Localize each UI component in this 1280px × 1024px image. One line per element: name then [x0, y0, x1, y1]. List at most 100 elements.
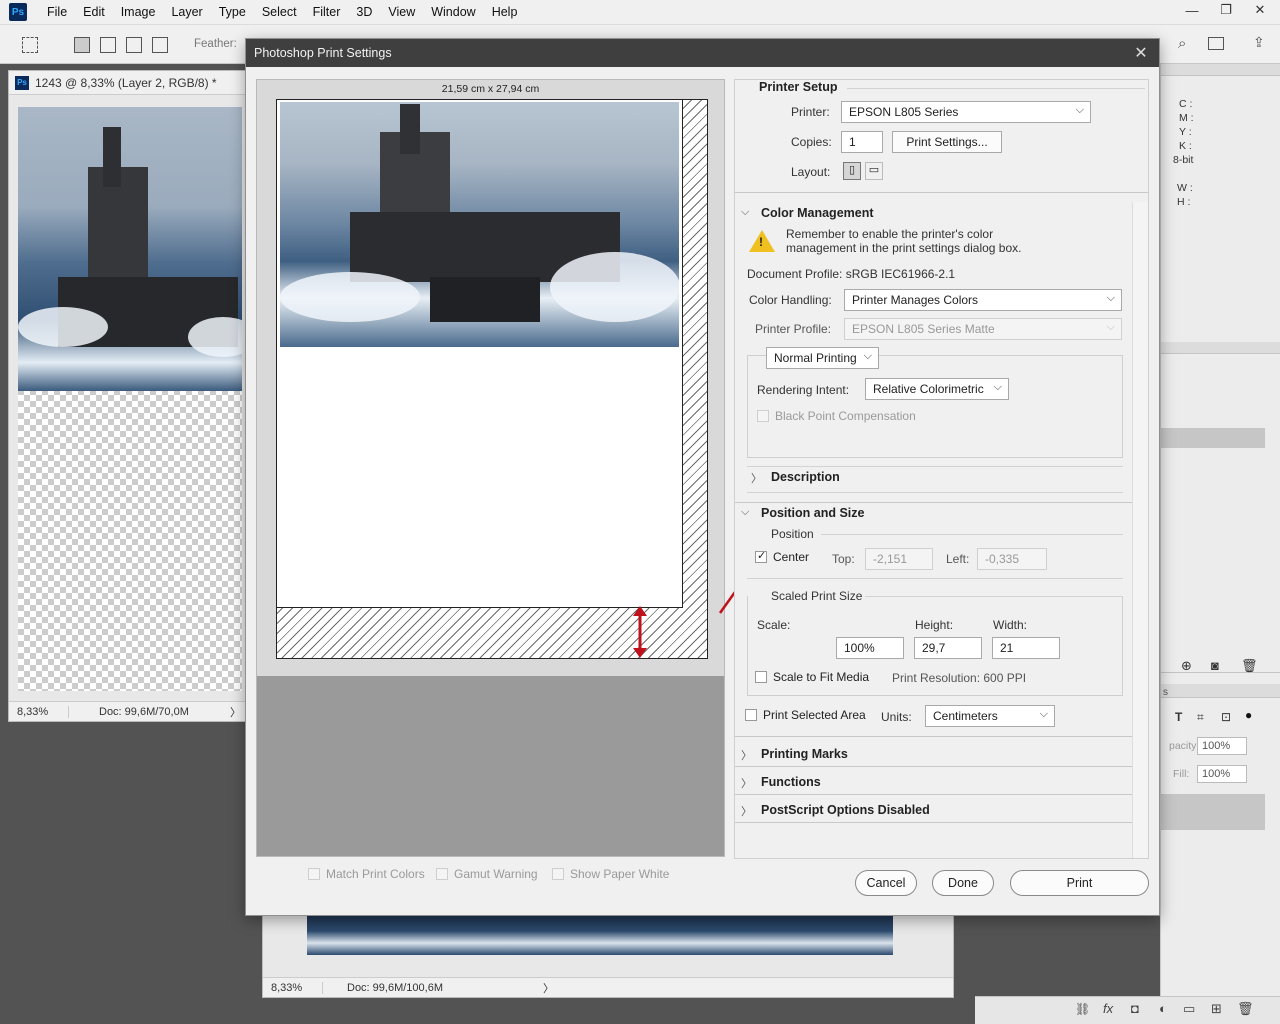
add-selection-icon[interactable]: [100, 37, 116, 53]
printing-marks-heading[interactable]: Printing Marks: [761, 747, 848, 761]
selected-panel-row[interactable]: [1161, 428, 1265, 448]
rendering-intent-label: Rendering Intent:: [757, 383, 850, 397]
expand-postscript-chevron-icon[interactable]: 〉: [741, 803, 752, 819]
fx-icon[interactable]: fx: [1103, 1001, 1113, 1016]
divider: [735, 766, 1135, 767]
position-size-heading[interactable]: Position and Size: [761, 506, 865, 520]
share-icon[interactable]: ⇪: [1253, 34, 1265, 51]
new-layer-icon[interactable]: ⊞: [1211, 1001, 1222, 1017]
color-handling-select[interactable]: Printer Manages Colors: [844, 288, 1122, 311]
adjustment-icon[interactable]: ◐: [1159, 1001, 1167, 1016]
minimize-button[interactable]: —: [1178, 0, 1206, 20]
menu-select[interactable]: Select: [254, 0, 305, 24]
menu-type[interactable]: Type: [211, 0, 254, 24]
document-status-bar-bottom: 8,33% Doc: 99,6M/100,6M 〉: [263, 977, 953, 997]
link-layers-icon[interactable]: ⛓: [1075, 1002, 1090, 1016]
document-window-bottom: 8,33% Doc: 99,6M/100,6M 〉: [262, 912, 954, 998]
collapse-position-chevron-icon[interactable]: ⌵: [741, 506, 749, 519]
camera-icon[interactable]: ◙: [1211, 658, 1219, 673]
restore-button[interactable]: ❐: [1212, 0, 1240, 20]
black-point-checkbox[interactable]: Black Point Compensation: [757, 409, 916, 423]
printer-select[interactable]: EPSON L805 Series: [841, 100, 1091, 123]
folder-icon[interactable]: ▭: [1183, 1001, 1195, 1017]
toggle-filter-icon[interactable]: ●: [1245, 708, 1252, 722]
functions-heading[interactable]: Functions: [761, 775, 821, 789]
subtract-selection-icon[interactable]: [126, 37, 142, 53]
expand-printing-marks-chevron-icon[interactable]: 〉: [741, 747, 752, 763]
cancel-button[interactable]: Cancel: [855, 870, 917, 896]
copies-input[interactable]: 1: [841, 131, 883, 153]
left-input[interactable]: -0,335: [977, 548, 1047, 570]
layers-tab-fragment[interactable]: s: [1161, 687, 1168, 698]
intersect-selection-icon[interactable]: [152, 37, 168, 53]
status-arrow-bottom-icon[interactable]: 〉: [543, 980, 554, 996]
new-selection-icon[interactable]: [74, 37, 90, 53]
width-input[interactable]: 21: [992, 637, 1060, 659]
show-paper-white-checkbox[interactable]: Show Paper White: [552, 867, 669, 881]
units-label: Units:: [881, 710, 912, 724]
top-input[interactable]: -2,151: [865, 548, 933, 570]
document-tab[interactable]: Ps 1243 @ 8,33% (Layer 2, RGB/8) *: [9, 71, 247, 95]
menu-layer[interactable]: Layer: [163, 0, 210, 24]
print-button[interactable]: Print: [1010, 870, 1149, 896]
scale-to-fit-checkbox[interactable]: Scale to Fit Media: [755, 670, 869, 684]
done-button[interactable]: Done: [932, 870, 994, 896]
menu-image[interactable]: Image: [113, 0, 164, 24]
menu-file[interactable]: File: [39, 0, 75, 24]
height-input[interactable]: 29,7: [914, 637, 982, 659]
zoom-level-bottom[interactable]: 8,33%: [263, 981, 323, 994]
landscape-layout-icon[interactable]: ▭: [865, 162, 883, 180]
lock-filter-icon[interactable]: ⊡: [1221, 710, 1231, 724]
match-print-colors-checkbox[interactable]: Match Print Colors: [308, 867, 425, 881]
dialog-title-bar: Photoshop Print Settings ✕: [246, 39, 1159, 67]
feather-label: Feather:: [194, 38, 237, 50]
info-k-label: K :: [1179, 140, 1192, 152]
opacity-input[interactable]: 100%: [1197, 737, 1247, 755]
menu-view[interactable]: View: [380, 0, 423, 24]
print-selected-area-checkbox[interactable]: Print Selected Area: [745, 708, 866, 722]
gamut-warning-label: Gamut Warning: [454, 867, 538, 881]
add-icon[interactable]: ⊕: [1181, 658, 1192, 674]
mask-icon[interactable]: ◘: [1131, 1001, 1139, 1016]
settings-scrollbar[interactable]: [1132, 202, 1148, 858]
menu-3d[interactable]: 3D: [348, 0, 380, 24]
normal-printing-select[interactable]: Normal Printing: [766, 346, 879, 369]
info-bit-depth: 8-bit: [1173, 154, 1194, 166]
zoom-level[interactable]: 8,33%: [9, 705, 69, 718]
expand-description-chevron-icon[interactable]: 〉: [751, 470, 762, 486]
marquee-tool-icon[interactable]: [22, 37, 38, 53]
menu-help[interactable]: Help: [484, 0, 526, 24]
search-icon[interactable]: ⌕: [1178, 35, 1186, 52]
menu-filter[interactable]: Filter: [305, 0, 349, 24]
fill-input[interactable]: 100%: [1197, 765, 1247, 783]
center-checkbox[interactable]: Center: [755, 549, 809, 564]
color-management-heading[interactable]: Color Management: [761, 206, 874, 220]
type-filter-icon[interactable]: T: [1175, 710, 1182, 724]
print-settings-button[interactable]: Print Settings...: [892, 131, 1002, 153]
preview-ship-image[interactable]: [280, 102, 679, 347]
expand-functions-chevron-icon[interactable]: 〉: [741, 775, 752, 791]
transform-filter-icon[interactable]: ⌗: [1197, 710, 1204, 725]
close-window-button[interactable]: ✕: [1246, 0, 1274, 20]
delete-layer-icon[interactable]: 🗑: [1237, 1001, 1254, 1017]
portrait-layout-icon[interactable]: ▯: [843, 162, 861, 180]
rendering-intent-select[interactable]: Relative Colorimetric: [865, 377, 1009, 400]
dialog-close-icon[interactable]: ✕: [1131, 43, 1151, 63]
show-paper-white-label: Show Paper White: [570, 867, 670, 881]
printer-profile-select[interactable]: EPSON L805 Series Matte: [844, 317, 1122, 340]
height-label: Height:: [915, 618, 954, 632]
trash-icon[interactable]: 🗑: [1241, 658, 1258, 674]
units-select[interactable]: Centimeters: [925, 704, 1055, 727]
menu-window[interactable]: Window: [423, 0, 483, 24]
checkbox-box: [745, 709, 757, 721]
gamut-warning-checkbox[interactable]: Gamut Warning: [436, 867, 538, 881]
collapse-color-chevron-icon[interactable]: ⌵: [741, 206, 749, 219]
workspace-icon[interactable]: [1208, 37, 1224, 50]
selected-layer-row[interactable]: [1161, 794, 1265, 830]
document-canvas[interactable]: [18, 107, 242, 691]
menu-edit[interactable]: Edit: [75, 0, 113, 24]
postscript-heading[interactable]: PostScript Options Disabled: [761, 803, 930, 817]
top-label: Top:: [832, 552, 855, 566]
description-heading[interactable]: Description: [771, 470, 840, 484]
scale-input[interactable]: 100%: [836, 637, 904, 659]
